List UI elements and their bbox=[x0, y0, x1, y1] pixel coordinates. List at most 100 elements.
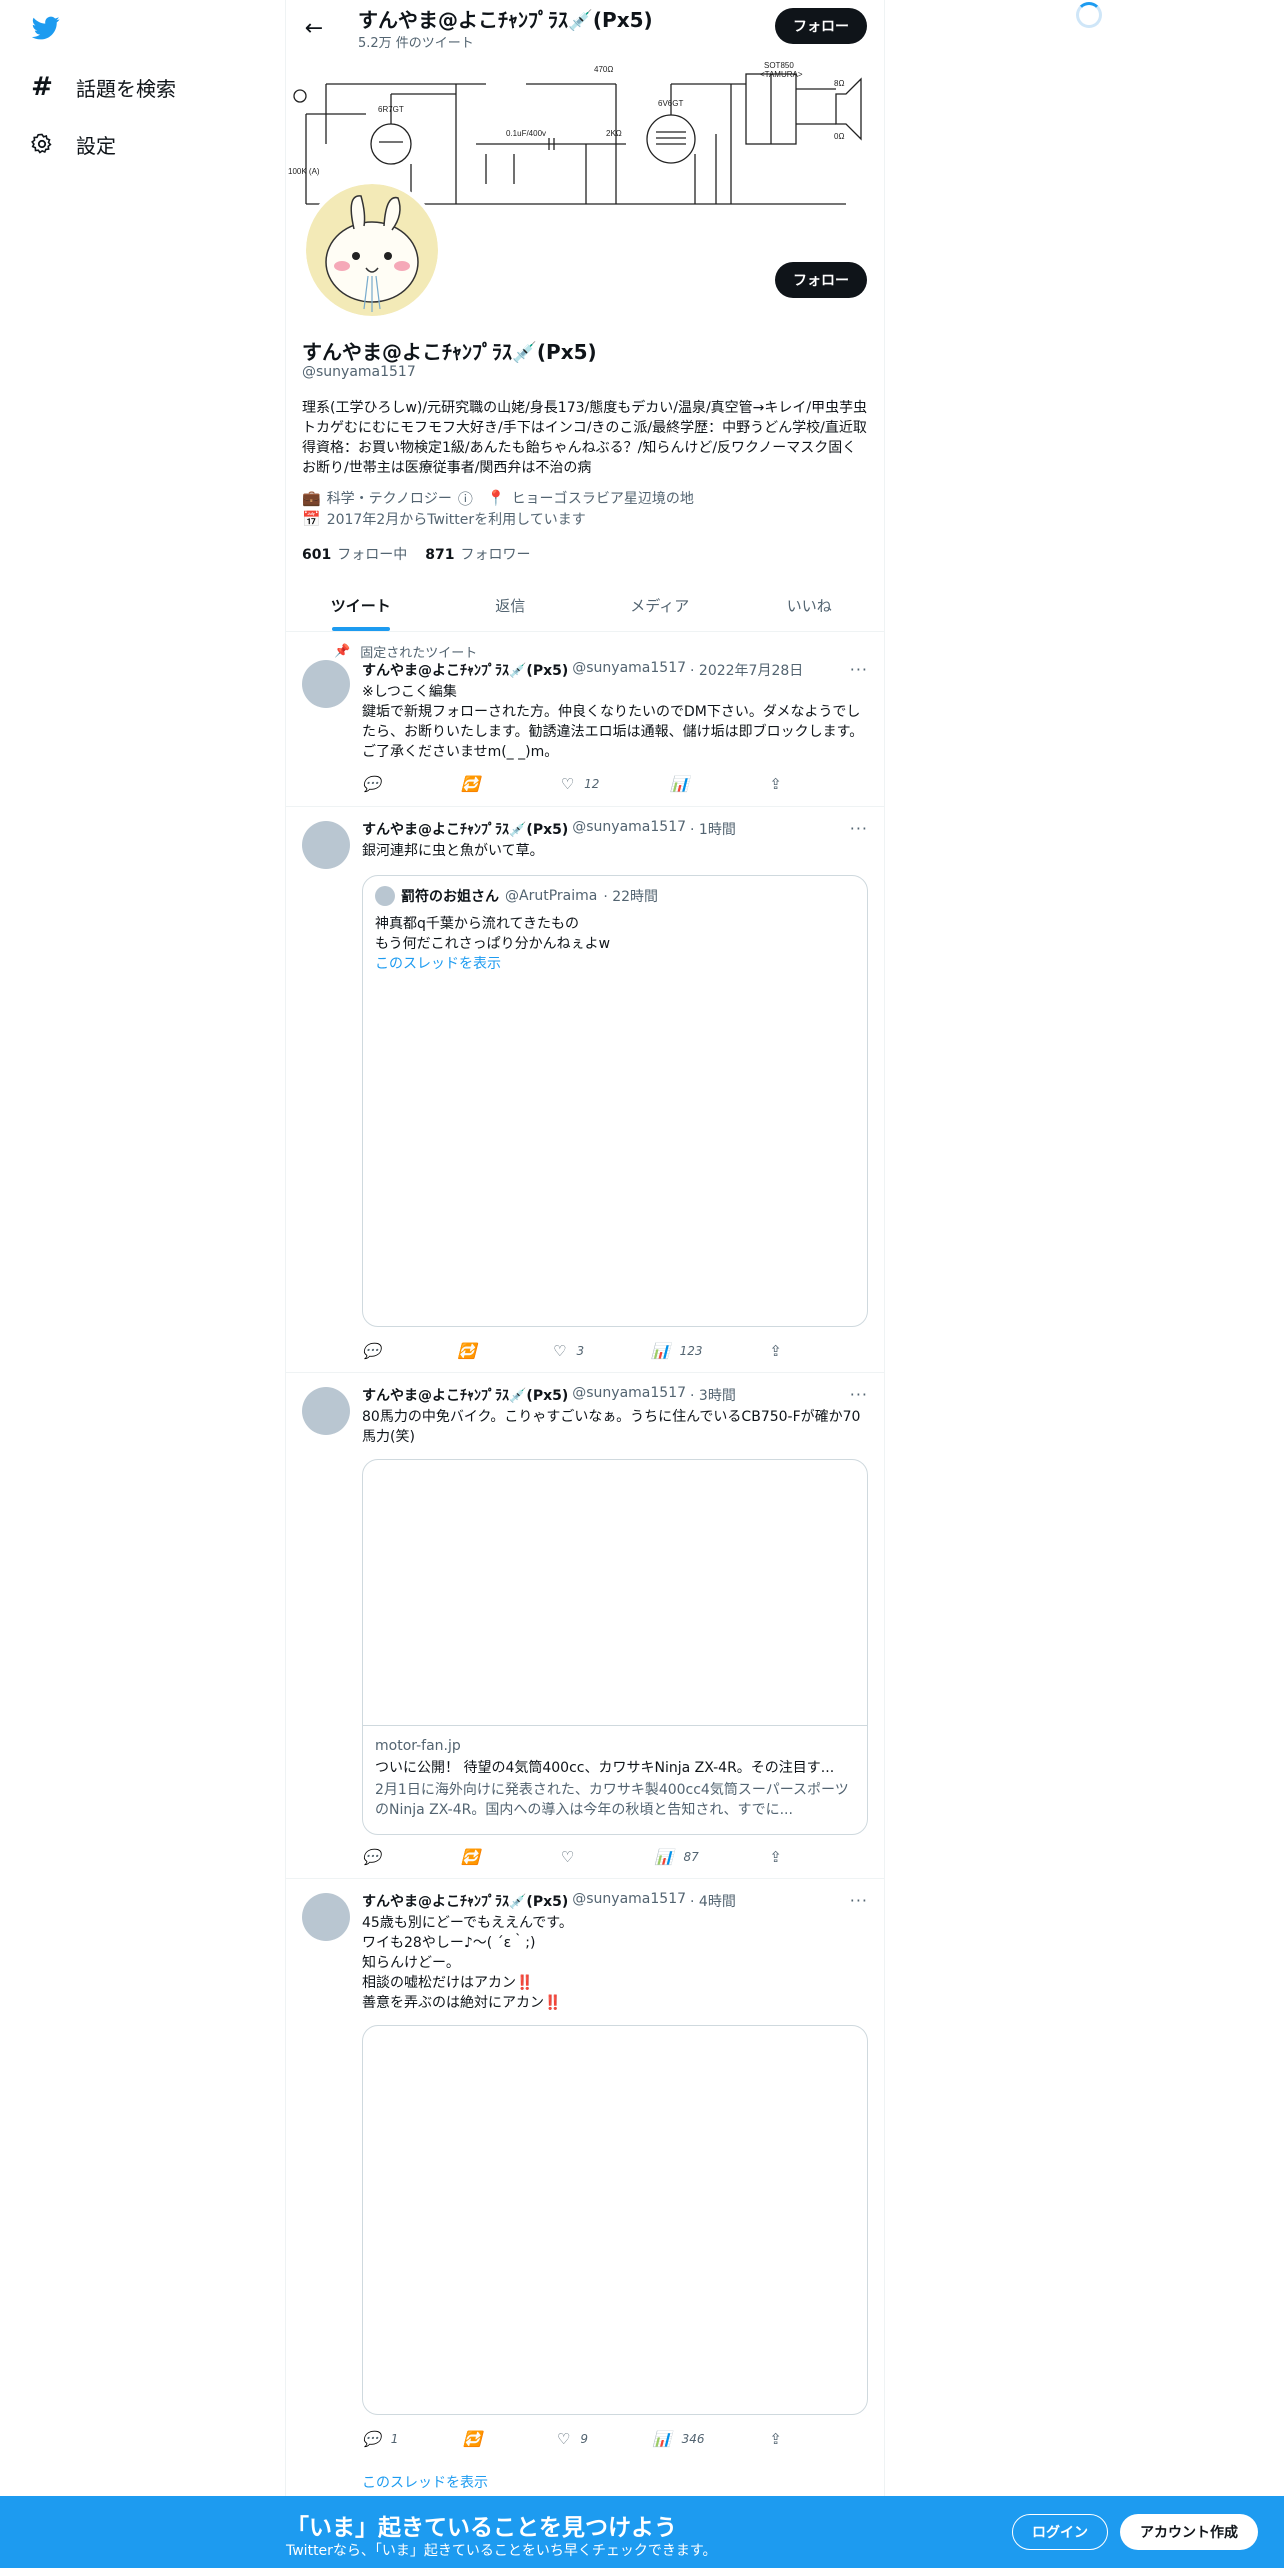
heart-icon: ♡ bbox=[560, 775, 575, 793]
tab-replies[interactable]: 返信 bbox=[436, 580, 586, 631]
banner-label: 100K (A) bbox=[288, 167, 320, 176]
like-button[interactable]: ♡ 3 bbox=[553, 1341, 584, 1361]
share-button[interactable]: ⇪ bbox=[769, 2429, 782, 2449]
share-button[interactable]: ⇪ bbox=[769, 1847, 782, 1867]
chart-icon: 📊 bbox=[650, 1342, 670, 1360]
tweet-text: 80馬力の中免バイク。こりゃすごいなぁ。うちに住んでいるCB750-Fが確か70… bbox=[362, 1409, 861, 1445]
tweet-time[interactable]: · 4時間 bbox=[690, 1891, 736, 1911]
retweet-button[interactable]: 🔁 bbox=[458, 1341, 487, 1361]
profile-location: ヒョーゴスラビア星辺境の地 bbox=[511, 491, 694, 507]
retweet-button[interactable]: 🔁 bbox=[461, 1847, 490, 1867]
views-button[interactable]: 📊 bbox=[670, 774, 699, 794]
reply-button[interactable]: 💬 bbox=[362, 1847, 391, 1867]
show-thread-link[interactable]: このスレッドを表示 bbox=[375, 954, 855, 974]
link-card[interactable]: motor-fan.jp ついに公開！ 待望の4気筒400cc、カワサキNinj… bbox=[362, 1459, 868, 1835]
tweet[interactable]: すんやま@よこﾁｬﾝﾌﾟﾗｽ💉(Px5) @sunyama1517 · 4時間 … bbox=[286, 1879, 884, 2496]
views-button[interactable]: 📊 87 bbox=[655, 1847, 699, 1867]
share-button[interactable]: ⇪ bbox=[769, 1341, 782, 1361]
quote-author-handle: @ArutPraima bbox=[505, 888, 598, 904]
avatar[interactable] bbox=[302, 660, 350, 708]
tweet[interactable]: すんやま@よこﾁｬﾝﾌﾟﾗｽ💉(Px5) @sunyama1517 · 1時間 … bbox=[286, 807, 884, 1373]
tweet-time[interactable]: · 1時間 bbox=[690, 819, 736, 839]
like-button[interactable]: ♡ 12 bbox=[561, 774, 600, 794]
tweet-header: すんやま@よこﾁｬﾝﾌﾟﾗｽ💉(Px5) @sunyama1517 · 3時間 bbox=[362, 1385, 736, 1405]
nav-settings-label: 設定 bbox=[76, 133, 116, 158]
share-icon: ⇪ bbox=[769, 775, 782, 793]
back-arrow-icon[interactable]: ← bbox=[300, 14, 328, 42]
tweet-author-name[interactable]: すんやま@よこﾁｬﾝﾌﾟﾗｽ💉(Px5) bbox=[362, 660, 568, 680]
reply-button[interactable]: 💬 bbox=[362, 1341, 391, 1361]
nav-explore[interactable]: # 話題を検索 bbox=[28, 69, 176, 105]
tweet-author-handle[interactable]: @sunyama1517 bbox=[572, 1891, 686, 1911]
link-card-domain: motor-fan.jp bbox=[375, 1738, 461, 1754]
reply-button[interactable]: 💬 bbox=[362, 774, 391, 794]
calendar-icon: 📅 bbox=[302, 510, 321, 528]
avatar[interactable] bbox=[302, 1893, 350, 1941]
tweet-time[interactable]: · 3時間 bbox=[690, 1385, 736, 1405]
views-count: 346 bbox=[681, 2432, 705, 2446]
more-icon[interactable]: ··· bbox=[850, 819, 868, 838]
views-count: 87 bbox=[683, 1850, 699, 1864]
header-tweet-count: 5.2万 件のツイート bbox=[358, 36, 474, 51]
location-pin-icon: 📍 bbox=[486, 489, 506, 507]
gear-icon bbox=[28, 130, 56, 158]
followers-count: 871 bbox=[425, 547, 455, 563]
retweet-button[interactable]: 🔁 bbox=[463, 2429, 492, 2449]
more-icon[interactable]: ··· bbox=[850, 660, 868, 679]
more-icon[interactable]: ··· bbox=[850, 1385, 868, 1404]
show-thread-link[interactable]: このスレッドを表示 bbox=[362, 2473, 868, 2493]
twitter-logo-icon[interactable] bbox=[30, 14, 62, 42]
info-icon[interactable]: ⓘ bbox=[458, 488, 473, 509]
tweet-author-handle[interactable]: @sunyama1517 bbox=[572, 819, 686, 839]
avatar[interactable] bbox=[302, 821, 350, 869]
retweet-button[interactable]: 🔁 bbox=[461, 774, 490, 794]
tweet-time[interactable]: · 2022年7月28日 bbox=[690, 660, 803, 680]
retweet-icon: 🔁 bbox=[463, 2430, 482, 2448]
tweet-author-name[interactable]: すんやま@よこﾁｬﾝﾌﾟﾗｽ💉(Px5) bbox=[362, 819, 568, 839]
profile-avatar[interactable] bbox=[302, 180, 442, 320]
like-button[interactable]: ♡ bbox=[561, 1847, 584, 1867]
pin-icon: 📌 bbox=[334, 644, 351, 659]
following-link[interactable]: 601 フォロー中 bbox=[302, 544, 407, 564]
share-button[interactable]: ⇪ bbox=[769, 774, 782, 794]
tab-likes[interactable]: いいね bbox=[735, 580, 885, 631]
follow-button-header[interactable]: フォロー bbox=[775, 8, 867, 44]
tweet-author-name[interactable]: すんやま@よこﾁｬﾝﾌﾟﾗｽ💉(Px5) bbox=[362, 1891, 568, 1911]
briefcase-icon: 💼 bbox=[302, 489, 321, 507]
tab-tweets[interactable]: ツイート bbox=[286, 580, 436, 631]
tweet-author-handle[interactable]: @sunyama1517 bbox=[572, 660, 686, 680]
nav-explore-label: 話題を検索 bbox=[76, 76, 176, 101]
reply-button[interactable]: 💬 1 bbox=[362, 2429, 398, 2449]
reply-icon: 💬 bbox=[362, 2430, 381, 2448]
media-card[interactable] bbox=[362, 2025, 868, 2415]
quote-tweet-card[interactable]: 罰符のお姐さん @ArutPraima · 22時間 神真都q千葉から流れてきた… bbox=[362, 875, 868, 1327]
tweet-text: ※しつこく編集 鍵垢で新規フォローされた方。仲良くなりたいのでDM下さい。ダメな… bbox=[362, 684, 864, 760]
tweet-author-handle[interactable]: @sunyama1517 bbox=[572, 1385, 686, 1405]
views-button[interactable]: 📊 346 bbox=[653, 2429, 705, 2449]
heart-icon: ♡ bbox=[553, 1342, 567, 1360]
retweet-icon: 🔁 bbox=[461, 1848, 481, 1866]
followers-label: フォロワー bbox=[460, 547, 531, 563]
views-count: 123 bbox=[679, 1344, 703, 1358]
signup-banner-title: 「いま」起きていることを見つけよう bbox=[286, 2515, 677, 2541]
tweet[interactable]: 📌 固定されたツイート すんやま@よこﾁｬﾝﾌﾟﾗｽ💉(Px5) @sunyam… bbox=[286, 632, 884, 807]
reply-icon: 💬 bbox=[362, 1848, 381, 1866]
more-icon[interactable]: ··· bbox=[850, 1891, 868, 1910]
chart-icon: 📊 bbox=[670, 775, 689, 793]
tweet-header: すんやま@よこﾁｬﾝﾌﾟﾗｽ💉(Px5) @sunyama1517 · 1時間 bbox=[362, 819, 736, 839]
tweet[interactable]: すんやま@よこﾁｬﾝﾌﾟﾗｽ💉(Px5) @sunyama1517 · 3時間 … bbox=[286, 1373, 884, 1879]
nav-settings[interactable]: 設定 bbox=[28, 126, 116, 162]
signup-banner-subtitle: Twitterなら、「いま」起きていることをいち早くチェックできます。 bbox=[286, 2543, 717, 2559]
avatar[interactable] bbox=[302, 1387, 350, 1435]
tab-media[interactable]: メディア bbox=[585, 580, 735, 631]
signup-button[interactable]: アカウント作成 bbox=[1120, 2514, 1258, 2550]
link-card-description: 2月1日に海外向けに発表された、カワサキ製400cc4気筒スーパースポーツのNi… bbox=[375, 1782, 849, 1818]
tweet-author-name[interactable]: すんやま@よこﾁｬﾝﾌﾟﾗｽ💉(Px5) bbox=[362, 1385, 568, 1405]
views-button[interactable]: 📊 123 bbox=[651, 1341, 703, 1361]
like-button[interactable]: ♡ 9 bbox=[557, 2429, 588, 2449]
heart-icon: ♡ bbox=[560, 1848, 575, 1866]
login-button[interactable]: ログイン bbox=[1012, 2514, 1108, 2550]
followers-link[interactable]: 871 フォロワー bbox=[425, 544, 530, 564]
follow-button[interactable]: フォロー bbox=[775, 262, 867, 298]
banner-label: <TAMURA> bbox=[760, 70, 803, 79]
